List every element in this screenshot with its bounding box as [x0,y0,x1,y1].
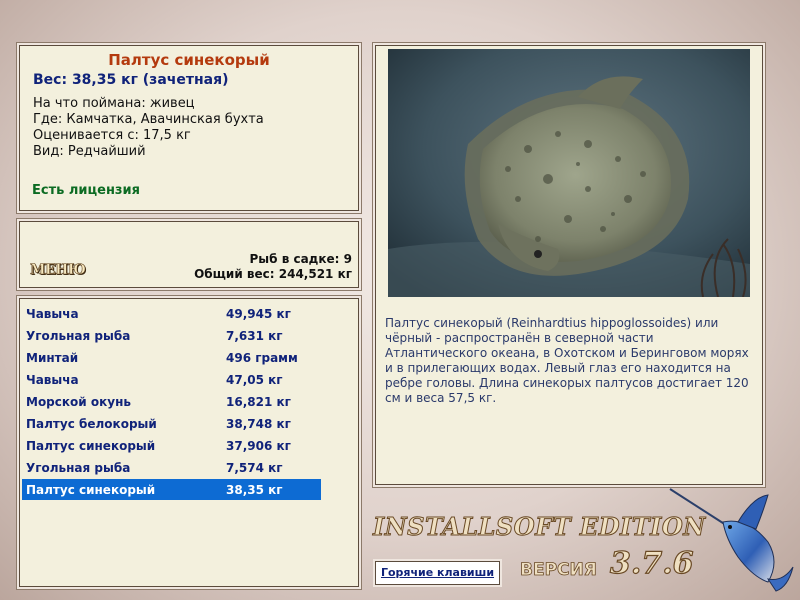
fish-name: Палтус белокорый [26,417,157,431]
rarity-info: Вид: Редчайший [33,144,146,159]
fish-description: Палтус синекорый (Reinhardtius hippoglos… [385,316,749,405]
list-item[interactable]: Угольная рыба 7,574 кг [22,457,321,478]
cage-summary: Рыб в садке: 9 Общий вес: 244,521 кг [194,252,352,282]
list-item[interactable]: Палтус белокорый 38,748 кг [22,413,321,434]
list-item[interactable]: Чавыча 49,945 кг [22,303,321,324]
list-item[interactable]: Минтай 496 грамм [22,347,321,368]
catch-list: Чавыча 49,945 кг Угольная рыба 7,631 кг Ми… [19,298,359,587]
fish-count: Рыб в садке: 9 [249,252,353,266]
brand-logo: INSTALLSOFT EDITION [373,512,706,542]
bait-info: На что поймана: живец [33,96,195,111]
fish-name: Морской окунь [26,395,131,409]
fish-weight-cell: 7,574 кг [226,461,283,475]
list-item[interactable]: Морской окунь 16,821 кг [22,391,321,412]
fish-name: Угольная рыба [26,461,131,475]
fish-weight-cell: 47,05 кг [226,373,283,387]
fish-weight-cell: 38,748 кг [226,417,291,431]
location-info: Где: Камчатка, Авачинская бухта [33,112,264,127]
list-item[interactable]: Угольная рыба 7,631 кг [22,325,321,346]
list-item[interactable]: Палтус синекорый 37,906 кг [22,435,321,456]
fish-weight-cell: 37,906 кг [226,439,291,453]
cage-panel: МЕНЮ Рыб в садке: 9 Общий вес: 244,521 к… [19,221,359,288]
fish-title: Палтус синекорый [108,51,270,69]
fish-weight-cell: 38,35 кг [226,483,283,497]
license-status: Есть лицензия [32,183,140,198]
fish-weight-cell: 49,945 кг [226,307,291,321]
hotkeys-label: Горячие клавиши [380,566,495,579]
fish-name: Палтус синекорый [26,483,156,497]
list-item-selected[interactable]: Палтус синекорый 38,35 кг [22,479,321,500]
fish-name: Чавыча [26,307,79,321]
fish-photo [388,49,750,297]
fish-detail-panel: Палтус синекорый (Reinhardtius hippoglos… [375,45,763,485]
total-weight: Общий вес: 244,521 кг [194,267,352,281]
version-label: ВЕРСИЯ [520,560,598,581]
fish-weight-cell: 7,631 кг [226,329,283,343]
fish-name: Угольная рыба [26,329,131,343]
fish-weight-cell: 496 грамм [226,351,298,365]
fish-name: Палтус синекорый [26,439,156,453]
fish-weight-cell: 16,821 кг [226,395,291,409]
hotkeys-button[interactable]: Горячие клавиши [375,561,500,585]
fish-name: Минтай [26,351,79,365]
menu-button[interactable]: МЕНЮ [30,262,87,279]
list-item[interactable]: Чавыча 47,05 кг [22,369,321,390]
marlin-logo-icon [668,487,798,596]
fish-name: Чавыча [26,373,79,387]
fish-info-panel: Палтус синекорый Вес: 38,35 кг (зачетная… [19,45,359,211]
valued-from-info: Оценивается с: 17,5 кг [33,128,191,143]
fish-weight: Вес: 38,35 кг (зачетная) [33,72,229,88]
